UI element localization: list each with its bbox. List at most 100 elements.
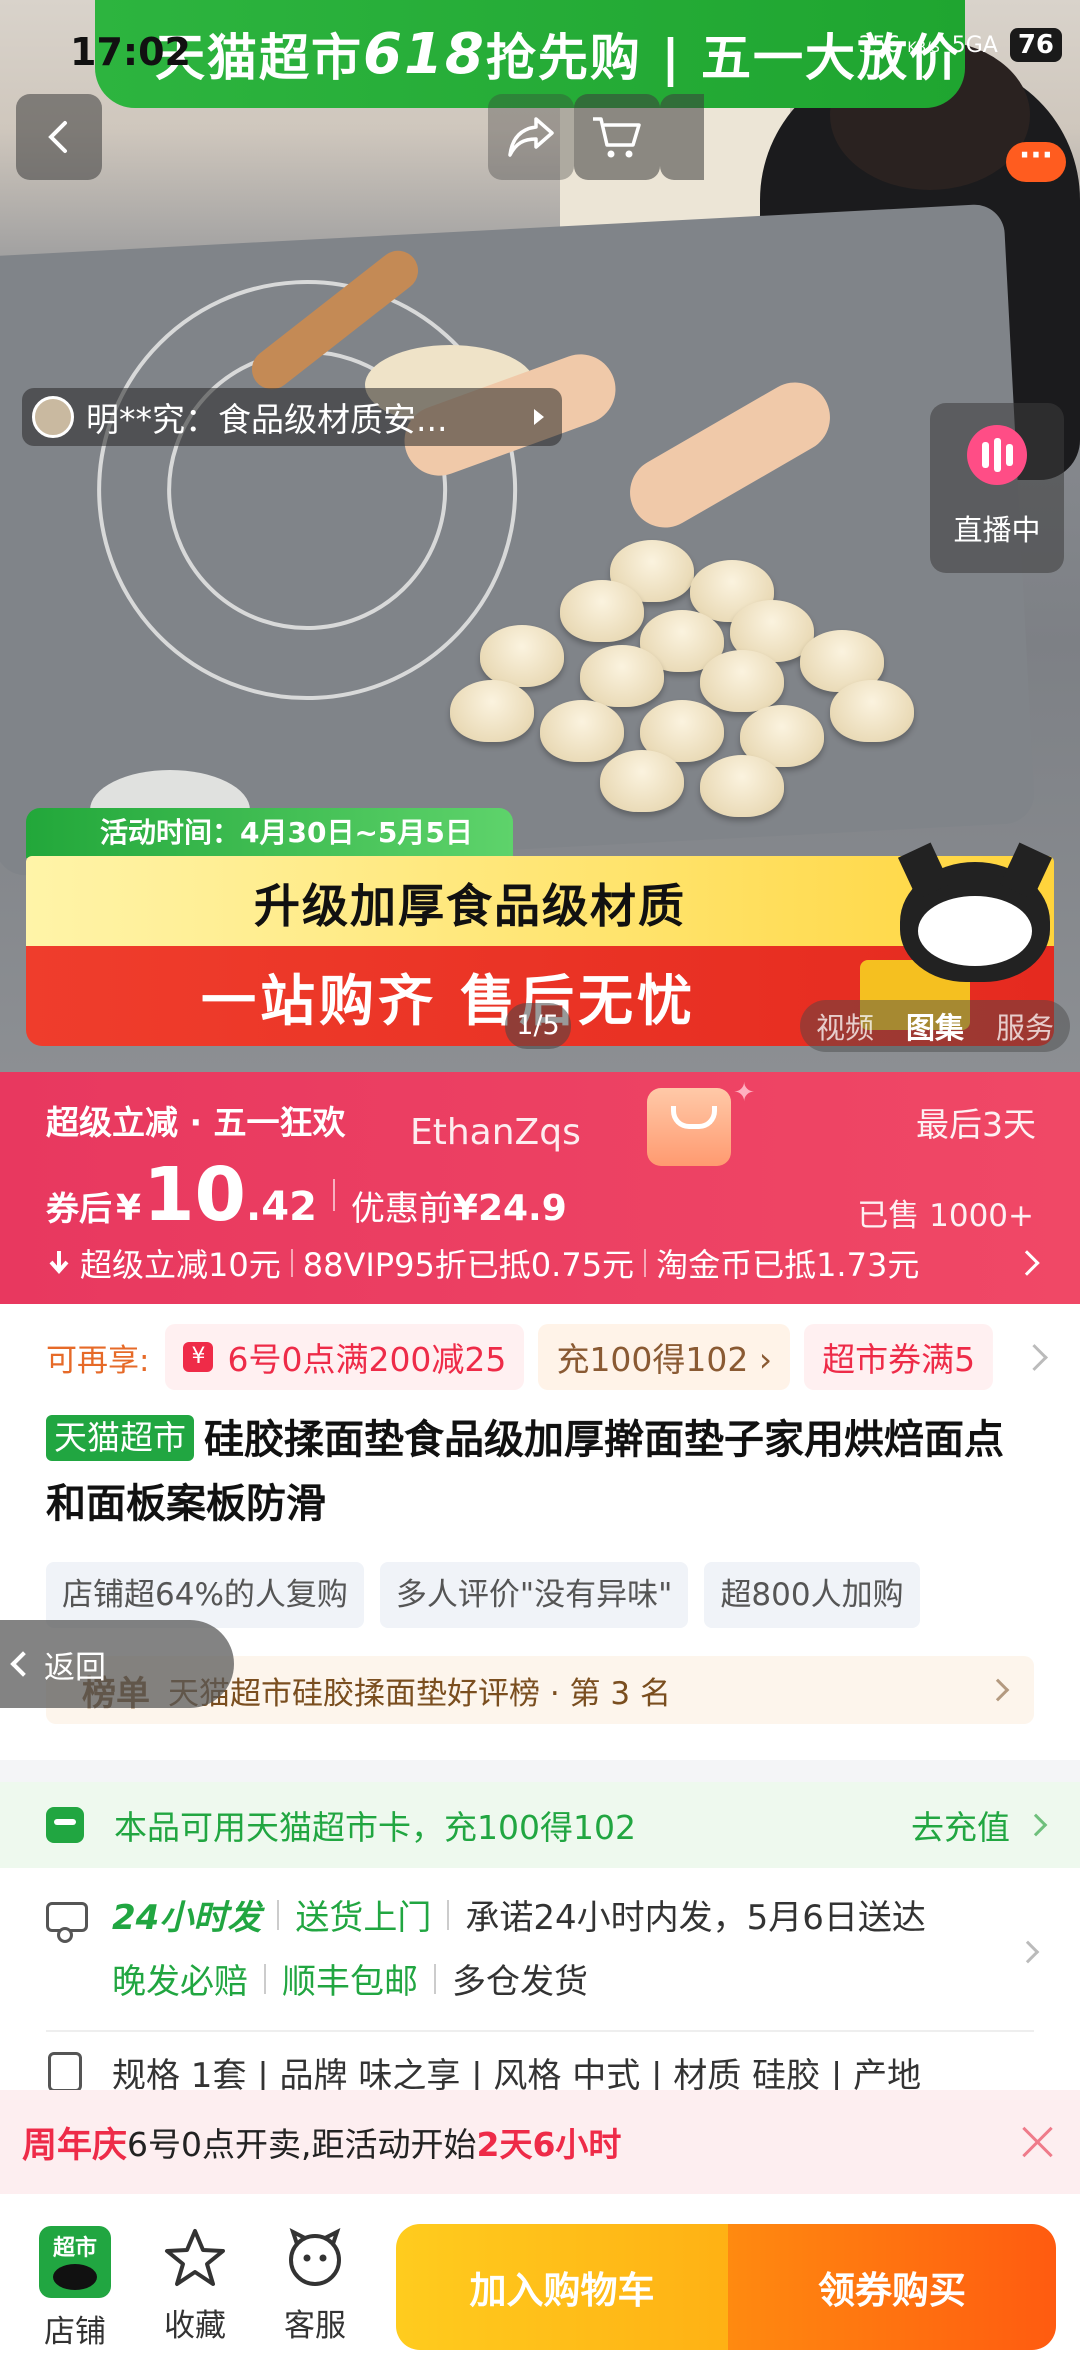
anniversary-text: 6号0点开卖,距活动开始 [127, 2125, 477, 2164]
sold-count: 已售 1000+ [857, 1198, 1034, 1234]
username-watermark: EthanZqs [410, 1112, 581, 1153]
service-button[interactable]: 客服 [260, 2226, 370, 2345]
ship-multi: 多仓发货 [452, 1962, 588, 2002]
spec-icon [48, 2052, 82, 2090]
status-time: 17:02 [70, 30, 191, 74]
supermarket-card-row[interactable]: 本品可用天猫超市卡，充100得102 去充值 [0, 1782, 1080, 1868]
favorite-button[interactable]: 收藏 [140, 2226, 250, 2345]
back-button[interactable] [16, 94, 102, 180]
chevron-right-icon [1024, 1813, 1048, 1837]
highlight-tag: 超800人加购 [704, 1562, 920, 1628]
original-price: 优惠前¥24.9 [350, 1188, 567, 1229]
anniversary-bar[interactable]: 周年庆 6号0点开卖,距活动开始 2天6小时 [0, 2090, 1080, 2194]
tab-video[interactable]: 视频 [800, 1005, 890, 1047]
product-image-gallery[interactable]: 天猫超市 618 抢先购 | 五一大放价 17:02 356 KB/S 5GA … [0, 0, 1080, 1072]
card-text: 本品可用天猫超市卡，充100得102 [114, 1808, 636, 1847]
discount-item: 超级立减10元 [80, 1246, 281, 1284]
ranking-text: 天猫超市硅胶揉面垫好评榜 · 第 3 名 [168, 1675, 671, 1712]
chevron-right-icon [986, 1678, 1010, 1702]
price-decimal: .42 [246, 1184, 317, 1230]
product-title: 天猫超市 硅胶揉面垫食品级加厚擀面垫子家用烘焙面点和面板案板防滑 [46, 1408, 1036, 1536]
yen-icon: ¥ [183, 1342, 214, 1372]
service-label: 客服 [284, 2308, 346, 2344]
coupon-row: 可再享: ¥ 6号0点满200减25 充100得102 › 超市券满5 [0, 1304, 1080, 1410]
star-icon [165, 2229, 225, 2286]
card-icon [46, 1807, 84, 1843]
discount-item: 淘金币已抵1.73元 [656, 1246, 920, 1284]
chevron-right-icon [1016, 1940, 1040, 1964]
live-label: 直播中 [953, 513, 1041, 547]
tmall-cat-logo [900, 862, 1050, 982]
chevron-left-icon [48, 121, 67, 153]
back-label: 返回 [44, 1649, 106, 1686]
network-speed: 356 KB/S [858, 32, 940, 58]
store-tag: 天猫超市 [46, 1415, 194, 1461]
discount-breakdown[interactable]: 超级立减10元 88VIP95折已抵0.75元 淘金币已抵1.73元 [46, 1240, 919, 1286]
ship-sf: 顺丰包邮 [282, 1962, 418, 2002]
coupon-more-arrow[interactable] [990, 1304, 1080, 1410]
store-label: 店铺 [44, 2314, 106, 2350]
buy-with-coupon-button[interactable]: 领券购买 [728, 2224, 1056, 2350]
tab-service[interactable]: 服务 [980, 1005, 1070, 1047]
tab-gallery[interactable]: 图集 [890, 1005, 980, 1047]
store-button[interactable]: 超市 店铺 [20, 2226, 130, 2351]
price-row: 券后 ¥ 10 .42 优惠前¥24.9 [46, 1152, 567, 1238]
image-counter: 1/5 [505, 1003, 571, 1049]
review-ticker[interactable]: 明**究：食品级材质安... [22, 388, 562, 446]
promo-countdown: 最后3天 [916, 1105, 1036, 1144]
avatar [32, 396, 74, 438]
share-button[interactable] [488, 94, 574, 180]
promo-title: 超级立减 · 五一狂欢 [46, 1103, 346, 1142]
shipping-line-2: 晚发必赔 顺丰包邮 多仓发货 [112, 1954, 588, 2003]
activity-time: 活动时间：4月30日~5月5日 [26, 808, 513, 858]
shopping-bag-icon [647, 1078, 755, 1166]
favorite-label: 收藏 [164, 2308, 226, 2344]
anniversary-tag: 周年庆 [22, 2125, 128, 2166]
highlight-tags: 店铺超64%的人复购 多人评价"没有异味" 超800人加购 [46, 1562, 920, 1628]
media-tabs: 视频 图集 服务 [799, 1000, 1070, 1052]
discount-item: 88VIP95折已抵0.75元 [302, 1246, 635, 1284]
spec-row[interactable]: 规格 1套 | 品牌 味之享 | 风格 中式 | 材质 硅胶 | 产地 [0, 2030, 1080, 2090]
truck-icon [46, 1902, 88, 1943]
add-to-cart-button[interactable]: 加入购物车 [396, 2224, 728, 2350]
shipping-line-1: 24小时发 送货上门 承诺24小时内发，5月6日送达 [112, 1890, 926, 1939]
play-arrow-icon [534, 409, 544, 425]
floating-back-button[interactable]: 返回 [0, 1620, 234, 1708]
highlight-tag: 店铺超64%的人复购 [46, 1562, 364, 1628]
spec-text: 规格 1套 | 品牌 味之享 | 风格 中式 | 材质 硅胶 | 产地 [112, 2056, 922, 2090]
ship-door: 送货上门 [295, 1898, 432, 1938]
shipping-row[interactable]: 24小时发 送货上门 承诺24小时内发，5月6日送达 晚发必赔 顺丰包邮 多仓发… [0, 1882, 1080, 2030]
coupon-chip[interactable]: ¥ 6号0点满200减25 [165, 1324, 525, 1390]
ship-late-comp: 晚发必赔 [112, 1962, 248, 2002]
share-icon [508, 117, 554, 157]
live-bars-icon [967, 425, 1027, 485]
cart-button[interactable] [574, 94, 660, 180]
more-icon[interactable]: ··· [1006, 141, 1066, 182]
chevron-left-icon [10, 1651, 36, 1677]
promo-banner[interactable]: 天猫超市 618 抢先购 | 五一大放价 [95, 0, 965, 108]
after-coupon-label: 券后 [46, 1189, 112, 1228]
customer-service-icon [289, 2228, 341, 2286]
chevron-right-icon [1014, 1250, 1040, 1276]
signal-label: 5GA [951, 32, 998, 58]
price-band[interactable]: 超级立减 · 五一狂欢 EthanZqs 最后3天 券后 ¥ 10 .42 优惠… [0, 1072, 1080, 1304]
highlight-tag: 多人评价"没有异味" [379, 1562, 689, 1628]
recharge-link[interactable]: 去充值 [911, 1801, 1010, 1849]
coupon-text: 6号0点满200减25 [227, 1340, 507, 1379]
coupon-text: 充100得102 › [556, 1340, 773, 1379]
promo-number: 618 [363, 21, 486, 87]
cart-icon [593, 117, 641, 158]
status-indicators: 356 KB/S 5GA 76 [858, 28, 1062, 62]
more-button-bg [660, 94, 704, 180]
coupon-chip[interactable]: 充100得102 › [538, 1324, 791, 1390]
battery-icon: 76 [1009, 28, 1062, 62]
live-entry[interactable]: 直播中 [930, 403, 1064, 573]
review-text: 明**究：食品级材质安... [86, 400, 448, 439]
bottom-action-bar: 超市 店铺 收藏 客服 加入购物车 领券购买 [0, 2194, 1080, 2374]
coupon-text: 超市券满5 [822, 1340, 976, 1379]
anniversary-countdown: 2天6小时 [476, 2125, 622, 2164]
ship-24h: 24小时发 [112, 1898, 262, 1938]
ship-promise: 承诺24小时内发，5月6日送达 [465, 1898, 926, 1938]
close-icon[interactable] [1018, 2122, 1058, 2162]
coupon-chip[interactable]: 超市券满5 [804, 1324, 994, 1390]
